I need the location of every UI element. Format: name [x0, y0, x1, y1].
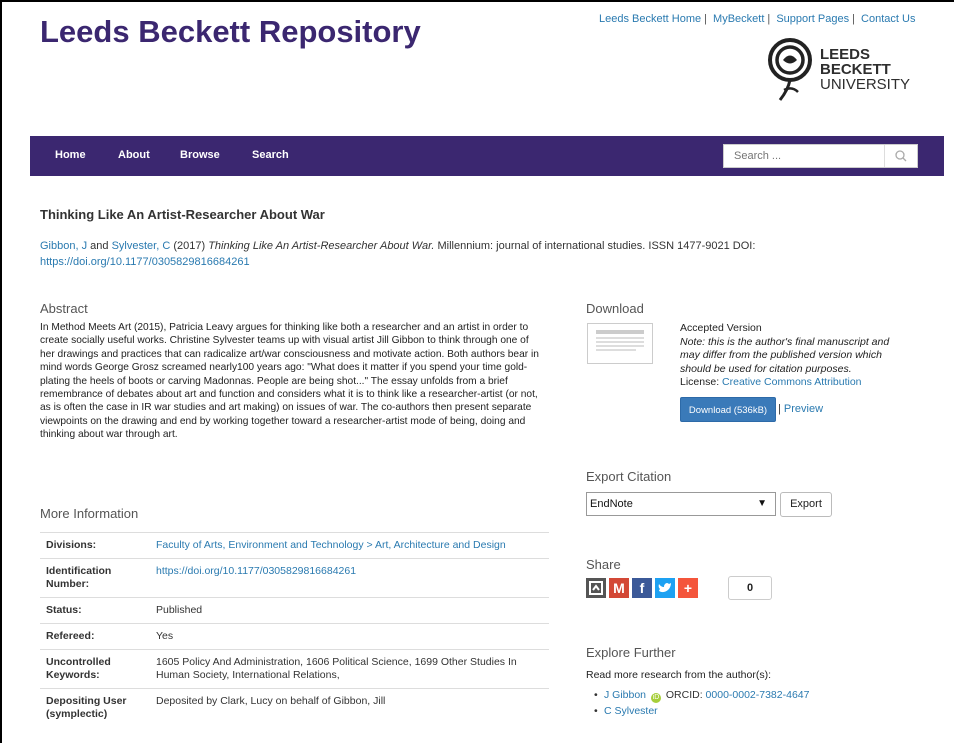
- author-link-sylvester[interactable]: Sylvester, C: [112, 240, 171, 252]
- main-navbar: Home About Browse Search: [30, 136, 944, 176]
- license-link[interactable]: Creative Commons Attribution: [722, 376, 861, 388]
- preview-area: | Preview: [778, 403, 824, 415]
- list-item: C Sylvester: [594, 703, 809, 719]
- nav-search-box: [723, 144, 918, 168]
- top-link-support[interactable]: Support Pages: [776, 13, 849, 25]
- dropdown-caret-icon: ▼: [757, 498, 767, 509]
- explore-author-sylvester[interactable]: C Sylvester: [604, 705, 658, 717]
- nav-browse[interactable]: Browse: [180, 149, 220, 161]
- list-item: J Gibbon iD ORCID: 0000-0002-7382-4647: [594, 687, 810, 703]
- search-button[interactable]: [884, 145, 917, 167]
- citation: Gibbon, J and Sylvester, C (2017) Thinki…: [40, 240, 756, 268]
- explore-author-gibbon[interactable]: J Gibbon: [604, 689, 646, 701]
- export-heading: Export Citation: [586, 469, 672, 484]
- share-gmail-icon[interactable]: M: [609, 578, 629, 598]
- top-link-contact[interactable]: Contact Us: [861, 13, 915, 25]
- table-row: Depositing User (symplectic) Deposited b…: [40, 688, 549, 727]
- share-facebook-icon[interactable]: f: [632, 578, 652, 598]
- more-info-heading: More Information: [40, 506, 139, 521]
- version-label: Accepted Version: [680, 322, 762, 334]
- table-row: Divisions: Faculty of Arts, Environment …: [40, 532, 549, 559]
- share-mendeley-icon[interactable]: [586, 578, 606, 598]
- explore-author-list: J Gibbon iD ORCID: 0000-0002-7382-4647 C…: [594, 687, 810, 719]
- identification-link[interactable]: https://doi.org/10.1177/0305829816684261: [156, 565, 356, 577]
- orcid-link[interactable]: 0000-0002-7382-4647: [706, 689, 810, 701]
- explore-heading: Explore Further: [586, 645, 676, 660]
- abstract-heading: Abstract: [40, 301, 88, 316]
- top-link-home[interactable]: Leeds Beckett Home: [599, 13, 701, 25]
- rose-logo-icon: [768, 38, 812, 101]
- search-input[interactable]: [724, 145, 884, 167]
- item-title: Thinking Like An Artist-Researcher About…: [40, 207, 325, 222]
- explore-text: Read more research from the author(s):: [586, 669, 771, 681]
- share-heading: Share: [586, 557, 621, 572]
- share-more-icon[interactable]: +: [678, 578, 698, 598]
- preview-link[interactable]: Preview: [784, 403, 823, 415]
- table-row: Uncontrolled Keywords: 1605 Policy And A…: [40, 649, 549, 689]
- nav-about[interactable]: About: [118, 149, 150, 161]
- table-row: Status: Published: [40, 597, 549, 624]
- citation-format-select[interactable]: EndNote ▼: [586, 492, 776, 516]
- document-preview-icon: [596, 330, 644, 351]
- share-count: 0: [728, 576, 772, 600]
- table-row: Identification Number: https://doi.org/1…: [40, 558, 549, 598]
- table-row: Refereed: Yes: [40, 623, 549, 650]
- university-logo[interactable]: LEEDS BECKETT UNIVERSITY: [762, 36, 922, 106]
- divisions-link[interactable]: Faculty of Arts, Environment and Technol…: [156, 539, 506, 551]
- download-button[interactable]: Download (536kB): [680, 397, 776, 422]
- download-heading: Download: [586, 301, 644, 316]
- search-icon: [895, 150, 907, 162]
- export-button[interactable]: Export: [780, 492, 832, 517]
- orcid-icon: iD: [650, 693, 661, 703]
- abstract-text: In Method Meets Art (2015), Patricia Lea…: [40, 322, 539, 441]
- doi-link[interactable]: https://doi.org/10.1177/0305829816684261: [40, 256, 250, 268]
- site-title[interactable]: Leeds Beckett Repository: [40, 14, 421, 50]
- logo-wordmark: LEEDS BECKETT UNIVERSITY: [820, 46, 911, 93]
- top-link-mybeckett[interactable]: MyBeckett: [713, 13, 764, 25]
- nav-home[interactable]: Home: [55, 149, 86, 161]
- download-info: Accepted Version Note: this is the autho…: [680, 322, 910, 390]
- top-links: Leeds Beckett Home | MyBeckett | Support P…: [599, 13, 916, 25]
- document-thumbnail[interactable]: [587, 323, 653, 364]
- author-link-gibbon[interactable]: Gibbon, J: [40, 240, 87, 252]
- nav-search[interactable]: Search: [252, 149, 289, 161]
- share-twitter-icon[interactable]: [655, 578, 675, 598]
- version-note: Note: this is the author's final manuscr…: [680, 335, 890, 375]
- more-info-table: Divisions: Faculty of Arts, Environment …: [40, 532, 549, 727]
